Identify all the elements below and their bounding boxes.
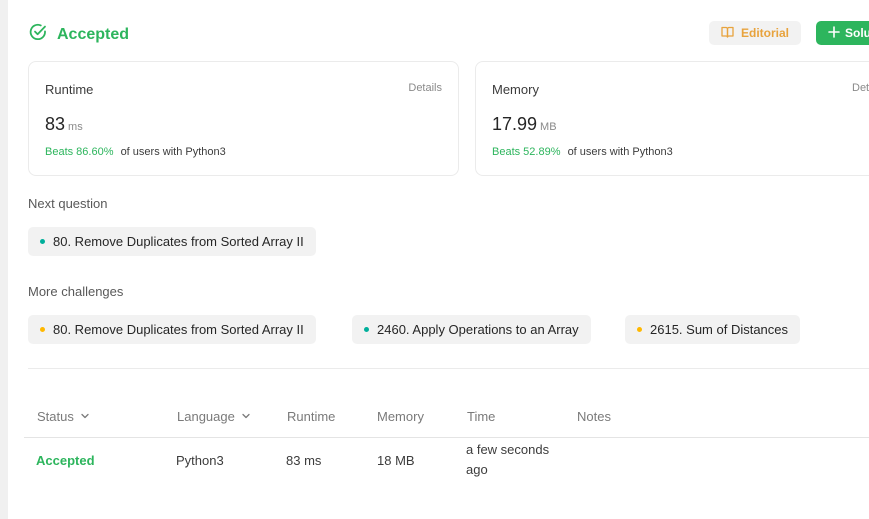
check-circle-icon — [29, 23, 47, 46]
language-header-label: Language — [177, 409, 235, 424]
difficulty-dot — [40, 327, 45, 332]
row-time: a few seconds ago — [466, 442, 550, 477]
section-divider — [28, 368, 869, 369]
runtime-details-link[interactable]: Details — [408, 82, 442, 94]
challenge-title: 2615. Sum of Distances — [650, 322, 789, 337]
solution-button[interactable]: Solution — [816, 21, 869, 45]
runtime-beats: Beats 86.60% of users with Python3 — [45, 146, 226, 158]
difficulty-dot — [637, 327, 642, 332]
status-column-header[interactable]: Status — [37, 409, 90, 424]
row-runtime: 83 ms — [286, 453, 322, 468]
memory-value: 17.99 MB — [492, 114, 557, 135]
challenge-title: 80. Remove Duplicates from Sorted Array … — [53, 322, 304, 337]
challenge-chip[interactable]: 2615. Sum of Distances — [625, 315, 801, 344]
status-header-label: Status — [37, 409, 74, 424]
runtime-value: 83 ms — [45, 114, 83, 135]
runtime-column-header: Runtime — [287, 409, 336, 424]
memory-column-header: Memory — [377, 409, 424, 424]
row-language: Python3 — [176, 453, 224, 468]
memory-label: Memory — [492, 82, 539, 97]
memory-beats: Beats 52.89% of users with Python3 — [492, 146, 673, 158]
next-question-heading: Next question — [28, 196, 108, 211]
challenge-title: 2460. Apply Operations to an Array — [377, 322, 579, 337]
runtime-beats-suffix: of users with Python3 — [120, 146, 226, 158]
memory-unit: MB — [540, 121, 557, 133]
next-question-chip[interactable]: 80. Remove Duplicates from Sorted Array … — [28, 227, 316, 256]
time-column-header: Time — [467, 409, 496, 424]
memory-beats-percent: Beats 52.89% — [492, 146, 561, 158]
table-header-divider — [24, 437, 869, 438]
memory-card: Memory Details 17.99MB Beats 52.89% of u… — [475, 61, 869, 176]
challenge-chip[interactable]: 2460. Apply Operations to an Array — [352, 315, 591, 344]
solution-label: Solution — [845, 26, 869, 40]
runtime-label: Runtime — [45, 82, 94, 97]
chevron-down-icon — [241, 409, 251, 424]
notes-column-header: Notes — [577, 409, 611, 424]
editorial-label: Editorial — [740, 26, 789, 40]
runtime-number: 83 — [45, 114, 66, 134]
status-title: Accepted — [57, 25, 130, 43]
runtime-beats-percent: Beats 86.60% — [45, 146, 114, 158]
memory-details-link[interactable]: Details — [852, 82, 869, 94]
runtime-unit: ms — [68, 121, 83, 133]
language-column-header[interactable]: Language — [177, 409, 251, 424]
submission-status: Accepted — [29, 23, 129, 46]
row-memory: 18 MB — [377, 453, 415, 468]
difficulty-dot — [364, 327, 369, 332]
plus-icon — [828, 25, 840, 41]
row-status[interactable]: Accepted — [36, 453, 95, 468]
memory-beats-suffix: of users with Python3 — [567, 146, 673, 158]
book-icon — [721, 26, 734, 41]
editorial-button[interactable]: Editorial — [709, 21, 801, 45]
difficulty-dot — [40, 239, 45, 244]
next-question-title: 80. Remove Duplicates from Sorted Array … — [53, 234, 304, 249]
chevron-down-icon — [80, 409, 90, 424]
runtime-card: Runtime Details 83 ms Beats 86.60% of use… — [28, 61, 459, 176]
left-panel-edge — [0, 0, 8, 519]
more-challenges-heading: More challenges — [28, 284, 124, 299]
memory-number: 17.99 — [492, 114, 538, 134]
challenge-chip[interactable]: 80. Remove Duplicates from Sorted Array … — [28, 315, 316, 344]
